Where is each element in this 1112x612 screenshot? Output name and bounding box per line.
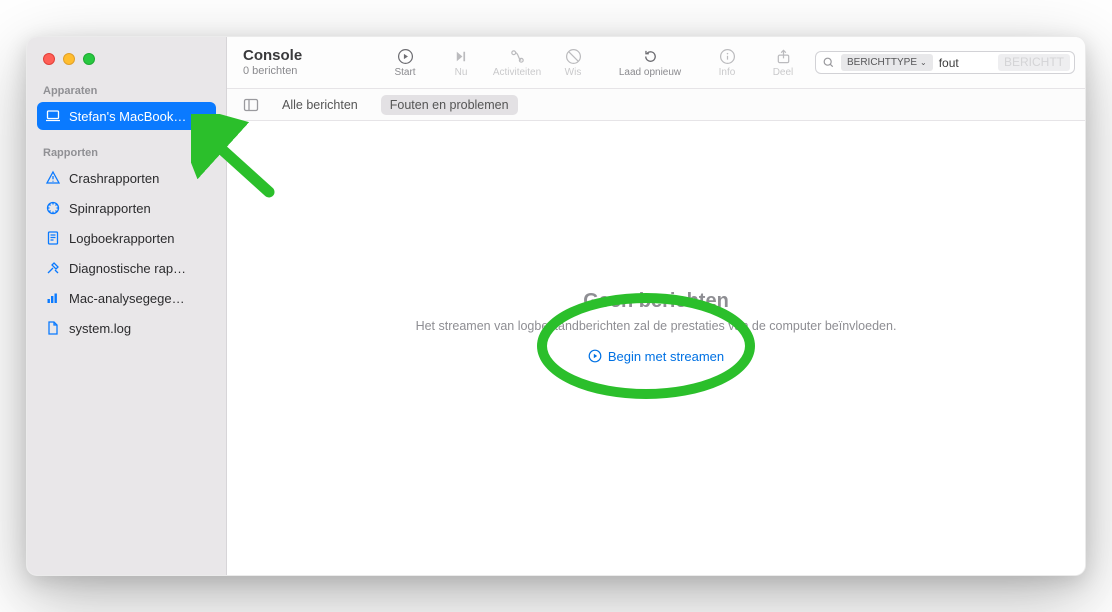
sidebar-item-label: Crashrapporten xyxy=(69,171,159,186)
toolbar-label: Nu xyxy=(455,67,468,78)
search-field[interactable]: BERICHTTYPE ⌄ fout BERICHTT xyxy=(815,51,1075,74)
begin-streaming-label: Begin met streamen xyxy=(608,349,724,364)
filter-tab-all[interactable]: Alle berichten xyxy=(273,95,367,115)
laptop-icon xyxy=(45,108,61,124)
filter-bar: Alle berichten Fouten en problemen xyxy=(227,89,1085,121)
begin-streaming-link[interactable]: Begin met streamen xyxy=(588,349,724,364)
toolbar-now-button[interactable]: Nu xyxy=(437,42,485,84)
toolbar-activities-button[interactable]: Activiteiten xyxy=(493,42,541,84)
filter-tab-errors[interactable]: Fouten en problemen xyxy=(381,95,518,115)
toolbar-label: Laad opnieuw xyxy=(619,67,681,78)
sidebar: Apparaten Stefan's MacBook… Rapporten Cr… xyxy=(27,37,227,575)
sidebar-item-label: Diagnostische rap… xyxy=(69,261,186,276)
sidebar-item-label: Spinrapporten xyxy=(69,201,151,216)
search-token-label: BERICHTTYPE xyxy=(847,54,917,71)
toolbar-info-button[interactable]: Info xyxy=(703,42,751,84)
minimize-window-button[interactable] xyxy=(63,53,75,65)
toolbar-reload-button[interactable]: Laad opnieuw xyxy=(605,42,695,84)
sidebar-item-analytics[interactable]: Mac-analysegege… xyxy=(37,284,216,312)
toolbar-label: Start xyxy=(394,67,415,78)
toolbar-label: Activiteiten xyxy=(493,67,541,78)
sidebar-item-label: Logboekrapporten xyxy=(69,231,175,246)
play-circle-icon xyxy=(397,47,414,65)
window-controls xyxy=(27,37,226,81)
sidebar-section-devices: Apparaten xyxy=(27,81,226,101)
toolbar-share-button[interactable]: Deel xyxy=(759,42,807,84)
search-token[interactable]: BERICHTTYPE ⌄ xyxy=(841,54,933,71)
sidebar-toggle-icon[interactable] xyxy=(243,97,259,113)
report-icon xyxy=(45,230,61,246)
play-circle-icon xyxy=(588,349,602,363)
toolbar-label: Deel xyxy=(773,67,794,78)
empty-body: Het streamen van logbestandberichten zal… xyxy=(416,319,897,333)
tools-icon xyxy=(45,260,61,276)
share-icon xyxy=(775,47,792,65)
toolbar-start-button[interactable]: Start xyxy=(381,42,429,84)
clear-circle-icon xyxy=(565,47,582,65)
toolbar-label: Wis xyxy=(565,67,582,78)
info-circle-icon xyxy=(719,47,736,65)
main-area: Console 0 berichten Start xyxy=(227,37,1085,575)
close-window-button[interactable] xyxy=(43,53,55,65)
skip-forward-icon xyxy=(453,47,470,65)
sidebar-item-diag[interactable]: Diagnostische rap… xyxy=(37,254,216,282)
toolbar-clear-button[interactable]: Wis xyxy=(549,42,597,84)
console-window: Apparaten Stefan's MacBook… Rapporten Cr… xyxy=(26,36,1086,576)
window-subtitle: 0 berichten xyxy=(243,65,302,77)
content-area: Geen berichten Het streamen van logbesta… xyxy=(227,121,1085,575)
activities-icon xyxy=(509,47,526,65)
sidebar-item-crash[interactable]: Crashrapporten xyxy=(37,164,216,192)
search-icon xyxy=(822,56,835,69)
toolbar-label: Info xyxy=(719,67,736,78)
sidebar-item-label: Mac-analysegege… xyxy=(69,291,185,306)
sidebar-item-label: system.log xyxy=(69,321,131,336)
sidebar-device-item[interactable]: Stefan's MacBook… xyxy=(37,102,216,130)
toolbar: Console 0 berichten Start xyxy=(227,37,1085,89)
reload-icon xyxy=(642,47,659,65)
sidebar-item-spin[interactable]: Spinrapporten xyxy=(37,194,216,222)
file-icon xyxy=(45,320,61,336)
search-trailing-token: BERICHTT xyxy=(998,54,1070,71)
chevron-down-icon: ⌄ xyxy=(920,54,927,71)
search-query-text: fout xyxy=(939,56,959,70)
window-title-box: Console 0 berichten xyxy=(243,48,302,77)
sidebar-section-reports: Rapporten xyxy=(27,143,226,163)
spinner-icon xyxy=(45,200,61,216)
bar-chart-icon xyxy=(45,290,61,306)
empty-heading: Geen berichten xyxy=(416,290,897,313)
warning-triangle-icon xyxy=(45,170,61,186)
sidebar-item-systemlog[interactable]: system.log xyxy=(37,314,216,342)
fullscreen-window-button[interactable] xyxy=(83,53,95,65)
window-title: Console xyxy=(243,48,302,65)
empty-state: Geen berichten Het streamen van logbesta… xyxy=(416,290,897,407)
sidebar-item-label: Stefan's MacBook… xyxy=(69,109,186,124)
sidebar-item-log[interactable]: Logboekrapporten xyxy=(37,224,216,252)
